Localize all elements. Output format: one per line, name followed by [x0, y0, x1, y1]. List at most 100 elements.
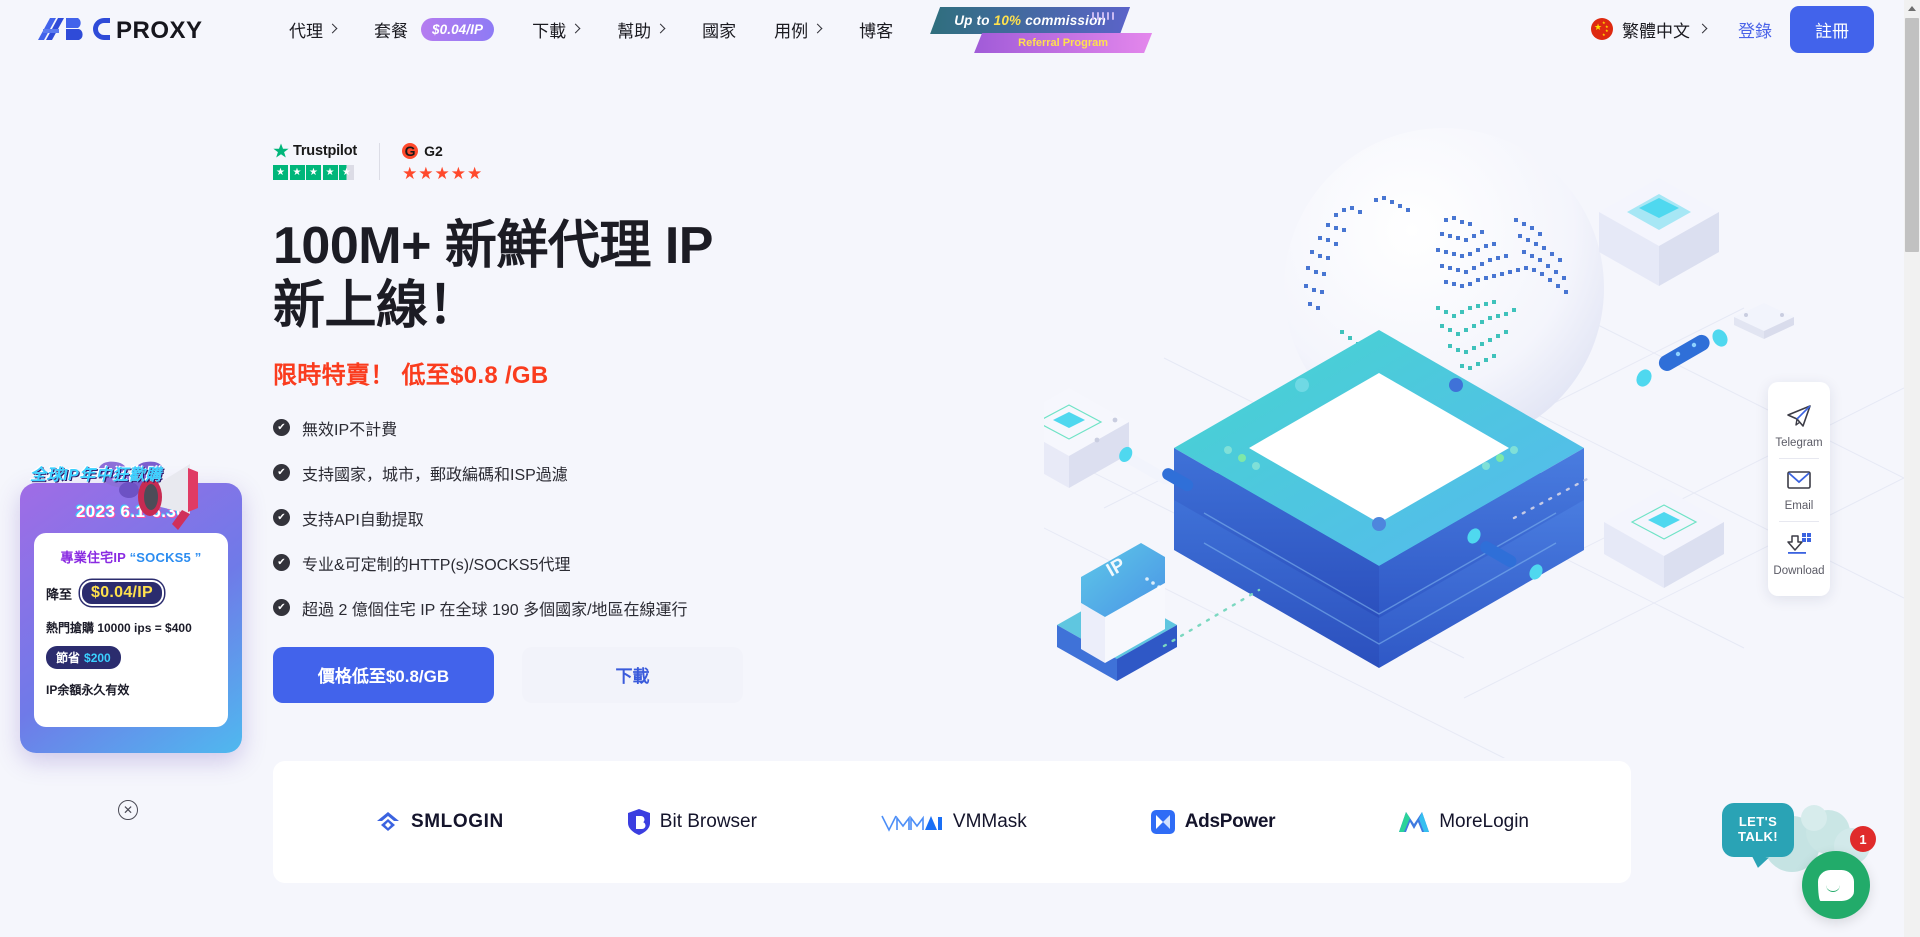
- chevron-right-icon: [1697, 23, 1708, 33]
- chevron-right-icon: [655, 23, 666, 33]
- email-icon: [1787, 471, 1811, 489]
- adspower-logo-icon: [1150, 810, 1175, 834]
- rail-item-email[interactable]: Email: [1768, 459, 1830, 521]
- node-cube-bottom-right: [1604, 488, 1724, 588]
- feature-label: 专业&可定制的HTTP(s)/SOCKS5代理: [302, 556, 571, 574]
- partner-logos-card: SMLOGIN Bit Browser VMMask AdsPower More…: [273, 761, 1631, 883]
- nav-label: 用例: [774, 21, 809, 41]
- header-actions: ★ ★ ★ ★ ★ 繁體中文 登錄 註冊: [1577, 5, 1904, 53]
- partner-name: Bit Browser: [659, 811, 757, 832]
- partner-name: AdsPower: [1184, 811, 1276, 832]
- rail-label: Email: [1784, 500, 1814, 512]
- nav-label: 博客: [859, 21, 894, 41]
- chat-bubble-icon: [1818, 869, 1854, 901]
- list-item: ✔ 支持國家，城市，郵政編碼和ISP過濾: [273, 461, 833, 485]
- chat-prompt-bubble[interactable]: LET'S TALK!: [1722, 803, 1794, 857]
- rail-label: Download: [1773, 565, 1825, 577]
- trustpilot-badge[interactable]: Trustpilot ★ ★ ★ ★ ★: [273, 143, 381, 180]
- hero-subtitle: 限時特賣！ 低至$0.8 /GB: [273, 361, 549, 389]
- promo-price-row: 降至 $0.04/IP: [46, 580, 216, 606]
- referral-pre: Up to: [954, 13, 994, 28]
- plans-price-badge: $0.04/IP: [421, 17, 495, 41]
- check-circle-icon: ✔: [273, 554, 290, 572]
- promo-close-button[interactable]: ✕: [118, 800, 138, 820]
- promo-hot-deal: 熱門搶購 10000 ips = $400: [46, 621, 192, 635]
- download-cta-button[interactable]: 下載: [522, 646, 743, 703]
- review-badges: Trustpilot ★ ★ ★ ★ ★ G G2 ★★★★★: [273, 143, 833, 182]
- nav-item-blog[interactable]: 博客: [840, 9, 912, 49]
- promo-note: IP余額永久有效: [46, 683, 130, 697]
- chat-widget: LET'S TALK! 1: [1722, 800, 1882, 925]
- bitbrowser-logo-icon: [627, 809, 650, 835]
- feature-label: 支持國家，城市，郵政編碼和ISP過濾: [302, 466, 568, 484]
- rail-item-telegram[interactable]: Telegram: [1768, 394, 1830, 458]
- language-label: 繁體中文: [1622, 21, 1690, 41]
- scroll-up-arrow-icon[interactable]: [1904, 0, 1920, 17]
- rail-item-download[interactable]: Download: [1768, 522, 1830, 586]
- trustpilot-label: Trustpilot: [293, 143, 358, 159]
- nav-item-proxies[interactable]: 代理: [270, 9, 355, 49]
- nav-label: 套餐: [374, 21, 408, 41]
- hero-section: IP Trustpilot ★ ★ ★ ★ ★ G G2 ★★★★★ 100M+…: [0, 58, 1904, 769]
- flag-cn-icon: ★ ★ ★ ★ ★: [1591, 18, 1613, 40]
- promo-save-value: $200: [84, 650, 111, 665]
- partner-smlogin[interactable]: SMLOGIN: [375, 811, 504, 833]
- partner-bit-browser[interactable]: Bit Browser: [627, 809, 757, 835]
- promo-banner-title: 全球IP年中狂歡購: [30, 467, 162, 484]
- nav-label: 代理: [289, 21, 323, 41]
- partner-name: MoreLogin: [1439, 811, 1529, 832]
- language-selector[interactable]: ★ ★ ★ ★ ★ 繁體中文: [1577, 17, 1720, 42]
- partner-vmmask[interactable]: VMMask: [881, 811, 1027, 833]
- promo-price-label: 降至: [46, 586, 73, 602]
- morelogin-logo-icon: [1399, 812, 1430, 832]
- smlogin-logo-icon: [376, 812, 399, 831]
- referral-commission-label: Up to 10% commission: [930, 7, 1131, 34]
- g2-header: G G2: [402, 143, 483, 159]
- nav-item-plans[interactable]: 套餐 $0.04/IP: [355, 9, 513, 49]
- promo-product-type: 專業住宅IP: [60, 550, 126, 565]
- check-circle-icon: ✔: [273, 599, 290, 617]
- g2-label: G2: [424, 143, 443, 159]
- signup-button[interactable]: 註冊: [1790, 5, 1874, 53]
- node-cube-left: [1009, 388, 1129, 488]
- chevron-right-icon: [570, 23, 581, 33]
- scrollbar-thumb[interactable]: [1905, 18, 1919, 252]
- nav-item-countries[interactable]: 國家: [683, 9, 755, 49]
- chevron-right-icon: [327, 23, 338, 33]
- main-nav: 代理 套餐 $0.04/IP 下載 幫助 國家 用例 博客 Up to 10% …: [270, 5, 1158, 53]
- promo-popup[interactable]: 全球IP年中狂歡購 2023 6.1-6.30 專業住宅IP “SOCKS5 ”…: [20, 460, 242, 780]
- check-circle-icon: ✔: [273, 419, 290, 437]
- check-circle-icon: ✔: [273, 509, 290, 527]
- partner-adspower[interactable]: AdsPower: [1150, 810, 1276, 834]
- nav-item-use-cases[interactable]: 用例: [755, 9, 840, 49]
- page-scrollbar[interactable]: [1904, 0, 1920, 937]
- referral-percent: 10%: [993, 13, 1022, 28]
- feature-label: 支持API自動提取: [302, 511, 424, 529]
- hero-content: Trustpilot ★ ★ ★ ★ ★ G G2 ★★★★★ 100M+ 新鮮代理 I…: [273, 143, 833, 703]
- feature-label: 無效IP不計費: [302, 421, 398, 439]
- chat-launcher-button[interactable]: [1802, 851, 1870, 919]
- g2-rating-stars: ★★★★★: [402, 164, 484, 183]
- list-item: ✔ 超過 2 億個住宅 IP 在全球 190 多個國家/地區在線運行: [273, 596, 833, 620]
- trustpilot-rating-stars: ★ ★ ★ ★ ★: [273, 165, 357, 180]
- nav-item-help[interactable]: 幫助: [598, 9, 683, 49]
- nav-item-download[interactable]: 下載: [513, 9, 598, 49]
- promo-save-badge: 節省 $200: [46, 646, 121, 669]
- page-root: PROXY 代理 套餐 $0.04/IP 下載 幫助 國家 用例 博客 Up t…: [0, 0, 1904, 937]
- brand-logo[interactable]: PROXY: [36, 14, 222, 44]
- hero-title-line1: 100M+ 新鮮代理 IP: [273, 217, 713, 275]
- site-header: PROXY 代理 套餐 $0.04/IP 下載 幫助 國家 用例 博客 Up t…: [0, 0, 1904, 58]
- nav-label: 幫助: [617, 21, 652, 41]
- g2-badge[interactable]: G G2 ★★★★★: [380, 143, 483, 182]
- pricing-cta-button[interactable]: 價格低至$0.8/GB: [273, 646, 494, 703]
- login-link[interactable]: 登錄: [1720, 17, 1790, 42]
- svg-text:PROXY: PROXY: [116, 17, 203, 42]
- hero-title-line2: 新上線！: [273, 277, 480, 336]
- referral-program-banner[interactable]: Up to 10% commission Referral Program: [930, 5, 1158, 53]
- promo-price-value: $0.04/IP: [80, 580, 165, 606]
- partner-morelogin[interactable]: MoreLogin: [1399, 810, 1529, 834]
- page-title: 100M+ 新鮮代理 IP 新上線！: [273, 216, 833, 337]
- chevron-right-icon: [812, 23, 823, 33]
- nav-label: 下載: [532, 21, 567, 41]
- referral-program-label: Referral Program: [974, 33, 1153, 53]
